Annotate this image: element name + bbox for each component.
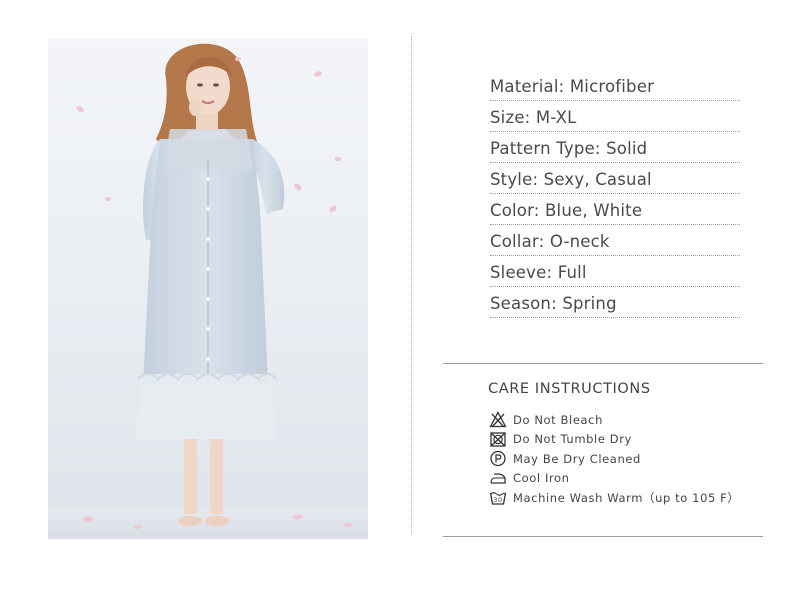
dry-clean-icon xyxy=(490,451,506,467)
spec-row-color: Color: Blue, White xyxy=(490,194,740,225)
spec-row-size: Size: M-XL xyxy=(490,101,740,132)
spec-label: Sleeve: xyxy=(490,263,553,282)
section-divider-top xyxy=(443,363,763,364)
product-photo xyxy=(48,39,368,539)
spec-value: Microfiber xyxy=(569,77,655,96)
spec-row-style: Style: Sexy, Casual xyxy=(490,163,740,194)
spec-value: Blue, White xyxy=(545,201,643,220)
spec-value: Sexy, Casual xyxy=(543,170,652,189)
no-tumble-dry-icon xyxy=(490,432,506,447)
vertical-divider xyxy=(411,36,412,534)
care-item-no-tumble-dry: Do Not Tumble Dry xyxy=(489,430,749,450)
spec-label: Color: xyxy=(490,201,540,220)
spec-label: Material: xyxy=(490,77,565,96)
spec-row-season: Season: Spring xyxy=(490,287,740,318)
spec-row-material: Material: Microfiber xyxy=(490,70,740,101)
care-item-label: Do Not Tumble Dry xyxy=(513,432,632,447)
spec-label: Pattern Type: xyxy=(490,139,601,158)
spec-row-collar: Collar: O-neck xyxy=(490,225,740,256)
care-item-dry-clean: May Be Dry Cleaned xyxy=(489,449,749,469)
spec-row-pattern-type: Pattern Type: Solid xyxy=(490,132,740,163)
care-item-machine-wash: 30 Machine Wash Warm（up to 105 F） xyxy=(489,488,749,508)
spec-row-sleeve: Sleeve: Full xyxy=(490,256,740,287)
spec-label: Collar: xyxy=(490,232,545,251)
spec-value: Spring xyxy=(562,294,617,313)
care-instructions-title: CARE INSTRUCTIONS xyxy=(488,381,651,397)
care-instructions-list: Do Not Bleach Do Not Tumble Dry May Be D… xyxy=(489,410,749,508)
spec-value: Solid xyxy=(606,139,648,158)
section-divider-bottom xyxy=(443,536,763,537)
spec-label: Style: xyxy=(490,170,539,189)
model-illustration xyxy=(48,43,368,539)
care-item-label: Machine Wash Warm（up to 105 F） xyxy=(513,490,740,505)
svg-text:30: 30 xyxy=(493,496,502,504)
spec-value: M-XL xyxy=(535,108,577,127)
cool-iron-icon xyxy=(490,473,506,484)
spec-value: O-neck xyxy=(549,232,610,251)
care-item-label: Do Not Bleach xyxy=(513,412,603,427)
spec-label: Season: xyxy=(490,294,557,313)
care-item-cool-iron: Cool Iron xyxy=(489,469,749,489)
no-bleach-icon xyxy=(489,411,507,428)
care-item-no-bleach: Do Not Bleach xyxy=(489,410,749,430)
spec-value: Full xyxy=(557,263,587,282)
spec-list: Material: Microfiber Size: M-XL Pattern … xyxy=(490,70,740,318)
care-item-label: May Be Dry Cleaned xyxy=(513,451,641,466)
machine-wash-icon: 30 xyxy=(489,492,507,505)
spec-label: Size: xyxy=(490,108,531,127)
care-item-label: Cool Iron xyxy=(513,471,570,486)
